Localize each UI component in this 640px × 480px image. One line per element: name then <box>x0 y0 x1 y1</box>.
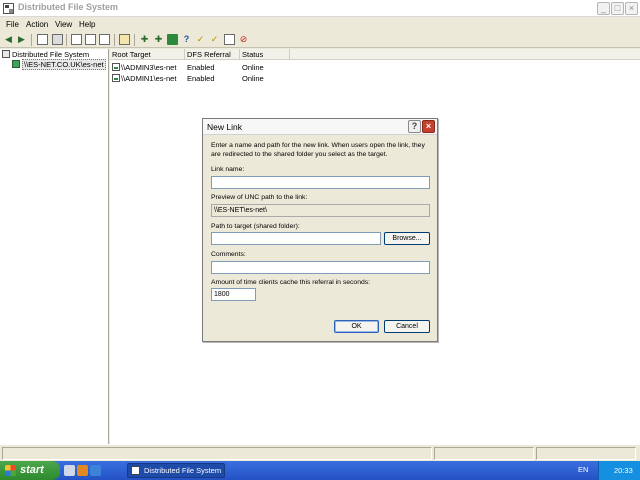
menu-help[interactable]: Help <box>79 20 95 29</box>
path-field-box <box>211 232 381 245</box>
column-status[interactable]: Status <box>240 49 290 60</box>
copy-icon[interactable] <box>71 34 82 45</box>
replication-icon[interactable]: ✓ <box>209 34 220 45</box>
path-to-target-label: Path to target (shared folder): <box>211 223 300 230</box>
link-name-label: Link name: <box>211 166 245 173</box>
properties-icon[interactable] <box>119 34 130 45</box>
maximize-button[interactable]: □ <box>611 2 624 15</box>
check-status-icon[interactable]: ✓ <box>195 34 206 45</box>
arrow-right-icon[interactable]: ▶ <box>16 34 27 45</box>
table-row[interactable]: \\ADMIN3\es-net Enabled Online <box>110 62 290 73</box>
dialog-close-button[interactable]: × <box>422 120 435 133</box>
menu-action[interactable]: Action <box>26 20 48 29</box>
taskbar: start Distributed File System EN 20:33 <box>0 461 640 480</box>
root-target-cell: \\ADMIN3\es-net <box>112 62 176 73</box>
dialog-title: New Link <box>207 122 242 132</box>
table-row[interactable]: \\ADMIN1\es-net Enabled Online <box>110 73 290 84</box>
menu-bar: File Action View Help <box>0 18 640 31</box>
status-bar <box>0 444 640 461</box>
dfs-app-icon <box>3 3 14 14</box>
media-player-icon[interactable] <box>77 465 88 476</box>
clock[interactable]: 20:33 <box>614 466 633 475</box>
browse-button[interactable]: Browse... <box>384 232 430 245</box>
column-dfs-referral[interactable]: DFS Referral <box>185 49 240 60</box>
windows-logo-icon <box>5 465 16 476</box>
unc-preview-field: \\ES-NET\es-net\ <box>211 204 430 217</box>
cache-time-label: Amount of time clients cache this referr… <box>211 279 371 286</box>
dialog-instructions: Enter a name and path for the new link. … <box>211 142 425 158</box>
share-icon <box>112 63 120 71</box>
link-name-input[interactable] <box>214 177 429 188</box>
status-cell: Online <box>242 63 264 72</box>
link-name-field-box <box>211 176 430 189</box>
list-header: Root Target DFS Referral Status <box>110 49 640 60</box>
delete-icon[interactable]: ⊘ <box>238 34 249 45</box>
open-icon[interactable] <box>224 34 235 45</box>
language-indicator[interactable]: EN <box>578 465 588 474</box>
show-tree-icon[interactable] <box>52 34 63 45</box>
dfs-app-icon <box>131 466 140 475</box>
referral-cell: Enabled <box>187 74 215 83</box>
start-label: start <box>20 464 44 476</box>
tree-item-root[interactable]: Distributed File System <box>2 50 89 59</box>
toolbar-separator <box>114 34 115 46</box>
root-target-cell: \\ADMIN1\es-net <box>112 73 176 84</box>
comments-label: Comments: <box>211 251 246 258</box>
comments-input[interactable] <box>214 262 429 273</box>
column-root-target[interactable]: Root Target <box>110 49 185 60</box>
show-desktop-icon[interactable] <box>64 465 75 476</box>
arrow-left-icon[interactable]: ◀ <box>3 34 14 45</box>
tree-child-label: \\ES-NET.CO.UK\es-net <box>22 59 106 70</box>
dialog-title-bar[interactable]: New Link ? × <box>203 119 437 135</box>
window-title: Distributed File System <box>18 2 119 12</box>
console-tree: Distributed File System \\ES-NET.CO.UK\e… <box>0 49 109 444</box>
toolbar-separator <box>134 34 135 46</box>
status-segment <box>434 447 534 460</box>
close-button[interactable]: × <box>625 2 638 15</box>
dialog-help-button[interactable]: ? <box>408 120 421 133</box>
new-root-icon[interactable]: ✚ <box>139 34 150 45</box>
path-to-target-input[interactable] <box>214 233 380 244</box>
system-tray: 20:33 <box>598 461 640 480</box>
toolbar: ◀ ▶ ✚ ✚ ? ✓ ✓ ⊘ <box>0 32 640 48</box>
preview-label: Preview of UNC path to the link: <box>211 194 308 201</box>
toolbar-separator <box>66 34 67 46</box>
dfs-root-icon[interactable] <box>167 34 178 45</box>
share-icon <box>112 74 120 82</box>
taskbar-item-dfs[interactable]: Distributed File System <box>127 463 225 478</box>
status-segment <box>536 447 636 460</box>
refresh-icon[interactable] <box>85 34 96 45</box>
up-folder-icon[interactable] <box>37 34 48 45</box>
title-bar[interactable]: Distributed File System _ □ × <box>0 0 640 17</box>
start-button[interactable]: start <box>0 461 60 480</box>
toolbar-separator <box>31 34 32 46</box>
minimize-button[interactable]: _ <box>597 2 610 15</box>
cache-time-input[interactable] <box>214 289 255 300</box>
menu-view[interactable]: View <box>55 20 72 29</box>
tree-item-es-net[interactable]: \\ES-NET.CO.UK\es-net <box>12 59 106 70</box>
menu-file[interactable]: File <box>6 20 19 29</box>
new-link-dialog: New Link ? × Enter a name and path for t… <box>202 118 438 342</box>
tree-root-label: Distributed File System <box>12 50 90 59</box>
cache-time-field-box <box>211 288 256 301</box>
dfs-root-icon <box>12 60 20 68</box>
cancel-button[interactable]: Cancel <box>384 320 430 333</box>
dfs-console-icon <box>2 50 10 58</box>
new-link-icon[interactable]: ✚ <box>153 34 164 45</box>
internet-explorer-icon[interactable] <box>90 465 101 476</box>
referral-cell: Enabled <box>187 63 215 72</box>
export-list-icon[interactable] <box>99 34 110 45</box>
status-cell: Online <box>242 74 264 83</box>
comments-field-box <box>211 261 430 274</box>
taskbar-item-label: Distributed File System <box>144 466 222 475</box>
help-icon[interactable]: ? <box>181 34 192 45</box>
status-segment <box>2 447 432 460</box>
ok-button[interactable]: OK <box>334 320 379 333</box>
